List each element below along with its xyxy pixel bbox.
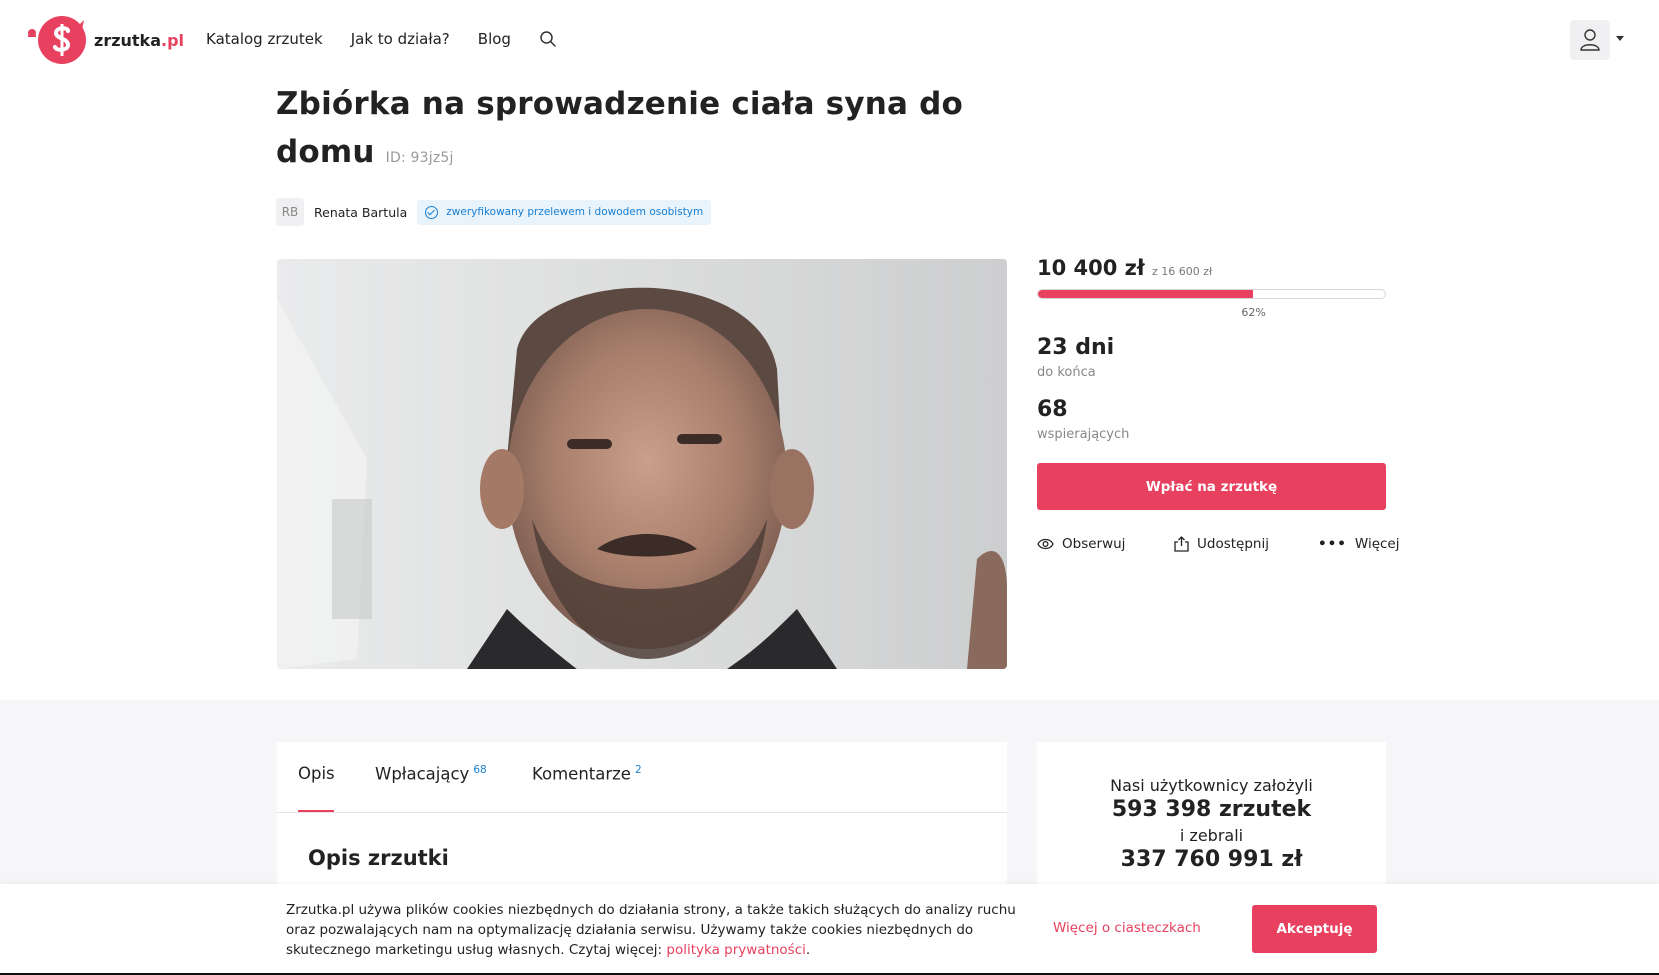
nav-blog-link[interactable]: Blog	[478, 30, 511, 48]
privacy-policy-link[interactable]: polityka prywatności	[666, 942, 806, 958]
author-name[interactable]: Renata Bartula	[314, 205, 407, 220]
days-left-label: do końca	[1037, 365, 1096, 380]
amount-raised: 10 400 zł z 16 600 zł	[1037, 256, 1213, 280]
active-tab-indicator	[298, 810, 334, 812]
cookie-text: Zrzutka.pl używa plików cookies niezbędn…	[286, 902, 1016, 958]
progress-bar	[1037, 289, 1386, 299]
more-dots-icon: •••	[1318, 536, 1347, 552]
share-icon	[1174, 536, 1189, 552]
campaign-photo-image	[277, 259, 1007, 669]
tabs-divider	[277, 812, 1007, 813]
amount-goal: z 16 600 zł	[1152, 265, 1213, 278]
verified-text: zweryfikowany przelewem i dowodem osobis…	[446, 206, 704, 218]
header: zrzutka.pl Katalog zrzutek Jak to działa…	[0, 0, 1659, 82]
tab-wplacajacy[interactable]: Wpłacający 68	[375, 764, 487, 784]
site-stats-sum: 337 760 991 zł	[1120, 847, 1303, 872]
author-row: RB Renata Bartula zweryfikowany przelewe…	[276, 198, 712, 226]
supporters-value: 68	[1037, 397, 1068, 422]
check-circle-icon	[425, 205, 439, 219]
progress-percent: 62%	[1241, 306, 1266, 319]
piggy-bank-logo-icon	[28, 16, 86, 64]
cookie-accept-button[interactable]: Akceptuję	[1252, 905, 1377, 953]
chevron-down-icon[interactable]	[1616, 36, 1624, 41]
page-title: Zbiórka na sprowadzenie ciała syna do do…	[276, 80, 976, 182]
cookie-more-link[interactable]: Więcej o ciasteczkach	[1053, 920, 1201, 936]
main-nav: Katalog zrzutek Jak to działa? Blog	[206, 30, 557, 48]
more-button[interactable]: ••• Więcej	[1318, 536, 1399, 552]
progress-bar-fill	[1038, 290, 1254, 298]
logo-text: zrzutka.pl	[94, 30, 185, 50]
more-label: Więcej	[1354, 536, 1400, 552]
site-stats-count: 593 398 zrzutek	[1111, 797, 1312, 822]
campaign-id: ID: 93jz5j	[385, 150, 454, 166]
days-left-value: 23 dni	[1037, 335, 1115, 360]
user-icon	[1580, 29, 1600, 51]
campaign-title: Zbiórka na sprowadzenie ciała syna do do…	[276, 86, 964, 170]
logo[interactable]: zrzutka.pl	[22, 14, 184, 66]
share-label: Udostępnij	[1197, 536, 1269, 552]
campaign-photo[interactable]	[277, 259, 1007, 669]
observe-button[interactable]: Obserwuj	[1037, 536, 1125, 552]
share-button[interactable]: Udostępnij	[1174, 536, 1269, 552]
site-stats-line2: i zebrali	[1179, 826, 1244, 845]
supporters-label: wspierających	[1037, 427, 1130, 442]
observe-label: Obserwuj	[1062, 536, 1126, 552]
tab-opis[interactable]: Opis	[298, 764, 335, 783]
site-stats-line1: Nasi użytkownicy założyli	[1110, 776, 1313, 795]
tab-wplacajacy-count: 68	[473, 764, 487, 776]
tab-komentarze[interactable]: Komentarze 2	[532, 764, 642, 784]
nav-katalog-link[interactable]: Katalog zrzutek	[206, 30, 323, 48]
verified-badge: zweryfikowany przelewem i dowodem osobis…	[417, 199, 712, 225]
tab-komentarze-count: 2	[634, 764, 642, 776]
donate-button[interactable]: Wpłać na zrzutkę	[1037, 463, 1386, 510]
search-icon[interactable]	[539, 30, 557, 48]
avatar: RB	[276, 198, 304, 226]
eye-icon	[1037, 538, 1054, 550]
description-title: Opis zrzutki	[308, 846, 449, 870]
nav-how-it-works-link[interactable]: Jak to działa?	[351, 30, 450, 48]
user-menu-button[interactable]	[1570, 20, 1610, 60]
